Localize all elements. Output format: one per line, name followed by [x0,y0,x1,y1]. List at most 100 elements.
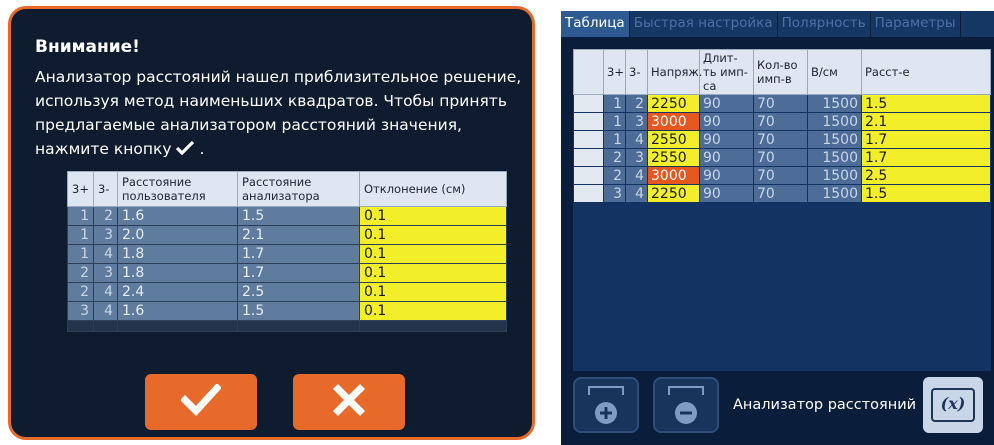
col-header-user-distance: Расстояние пользователя [117,171,238,207]
cell-pulse-count[interactable]: 70 [753,184,808,203]
tab-bar: Таблица Быстрая настройка Полярность Пар… [561,11,994,37]
table-row[interactable]: 3 4 2250 90 70 1500 1.5 [573,184,991,203]
col-header-minus: 3- [625,49,648,95]
accept-button[interactable] [145,374,257,430]
col-header-pulse-count: Кол-во имп-в [753,49,808,95]
cell-v-per-cm[interactable]: 1500 [807,166,862,185]
cell-voltage[interactable]: 3000 [647,166,700,185]
dialog-message-end: . [199,140,205,158]
table-row[interactable]: 1 2 2250 90 70 1500 1.5 [573,94,991,113]
remove-electrode-button[interactable] [653,377,719,433]
row-select-cell[interactable] [573,166,604,185]
row-select-cell[interactable] [573,94,604,113]
tab-quick-setup[interactable]: Быстрая настройка [630,11,778,37]
table-row: 3 4 1.6 1.5 0.1 [67,301,507,321]
dialog-message-text: Анализатор расстояний нашел приблизитель… [35,68,522,158]
cell-pulse-count[interactable]: 70 [753,112,808,131]
cell-minus: 3 [93,225,118,245]
row-select-cell[interactable] [573,112,604,131]
tab-table[interactable]: Таблица [561,11,630,37]
add-electrode-icon [575,386,637,435]
cell-voltage[interactable]: 2550 [647,130,700,149]
cell-distance[interactable]: 2.1 [861,112,991,131]
cell-distance[interactable]: 1.7 [861,148,991,167]
col-header-plus: 3+ [67,171,94,207]
cell-pulse-count[interactable]: 70 [753,148,808,167]
col-header-select [573,49,604,95]
close-icon [333,384,365,420]
cell-voltage[interactable]: 2250 [647,94,700,113]
cell-distance[interactable]: 1.5 [861,94,991,113]
table-row[interactable]: 1 3 3000 90 70 1500 2.1 [573,112,991,131]
cell-v-per-cm[interactable]: 1500 [807,148,862,167]
cell-pulse-length[interactable]: 90 [699,184,754,203]
cell-minus: 3 [625,112,648,131]
cell-plus: 1 [67,244,94,264]
cell-distance[interactable]: 1.5 [861,184,991,203]
table-row: 2 3 1.8 1.7 0.1 [67,263,507,283]
add-electrode-button[interactable] [573,377,639,433]
col-header-analyzer-distance: Расстояние анализатора [237,171,360,207]
cell-analyzer-distance: 1.7 [237,263,360,283]
cell-plus: 1 [603,130,626,149]
cell-pulse-count[interactable]: 70 [753,130,808,149]
table-row[interactable]: 1 4 2550 90 70 1500 1.7 [573,130,991,149]
table-empty-row [67,320,507,332]
cell-pulse-length[interactable]: 90 [699,94,754,113]
cell-pulse-length[interactable]: 90 [699,148,754,167]
cell-minus: 4 [625,166,648,185]
distance-analyzer-dialog-panel: Внимание! Анализатор расстояний нашел пр… [0,0,541,445]
cell-pulse-count[interactable]: 70 [753,166,808,185]
cell-distance[interactable]: 1.7 [861,130,991,149]
col-header-plus: 3+ [603,49,626,95]
cell-minus: 4 [625,184,648,203]
row-select-cell[interactable] [573,130,604,149]
cell-plus: 2 [67,263,94,283]
cell-v-per-cm[interactable]: 1500 [807,130,862,149]
cell-voltage[interactable]: 2250 [647,184,700,203]
formula-label: (x) [940,394,966,413]
electrode-table-screen: Таблица Быстрая настройка Полярность Пар… [561,11,994,445]
tab-polarity[interactable]: Полярность [778,11,871,37]
col-header-distance: Расст-е [861,49,991,95]
cell-pulse-length[interactable]: 90 [699,112,754,131]
cancel-button[interactable] [293,374,405,430]
cell-plus: 1 [603,112,626,131]
empty-cell [359,320,507,332]
table-row: 2 4 2.4 2.5 0.1 [67,282,507,302]
cell-voltage[interactable]: 2550 [647,148,700,167]
table-row: 1 3 2.0 2.1 0.1 [67,225,507,245]
electrode-table: 3+ 3- Напряж. Длит-ть имп-са Кол-во имп-… [573,49,991,203]
cell-analyzer-distance: 2.5 [237,282,360,302]
dialog-title: Внимание! [35,37,140,57]
cell-pulse-count[interactable]: 70 [753,94,808,113]
cell-analyzer-distance: 1.5 [237,206,360,226]
deviation-table: 3+ 3- Расстояние пользователя Расстояние… [67,171,507,332]
cell-minus: 3 [93,263,118,283]
dialog-message: Анализатор расстояний нашел приблизитель… [35,65,535,161]
table-row[interactable]: 2 4 3000 90 70 1500 2.5 [573,166,991,185]
cell-deviation: 0.1 [359,263,507,283]
cell-user-distance: 1.8 [117,244,238,264]
cell-plus: 2 [67,282,94,302]
cell-minus: 4 [93,301,118,321]
tab-parameters[interactable]: Параметры [871,11,961,37]
cell-plus: 1 [67,225,94,245]
table-row: 1 4 1.8 1.7 0.1 [67,244,507,264]
cell-user-distance: 1.6 [117,206,238,226]
row-select-cell[interactable] [573,148,604,167]
remove-electrode-icon [655,386,717,435]
cell-v-per-cm[interactable]: 1500 [807,94,862,113]
cell-v-per-cm[interactable]: 1500 [807,184,862,203]
table-row[interactable]: 2 3 2550 90 70 1500 1.7 [573,148,991,167]
cell-minus: 3 [625,148,648,167]
cell-v-per-cm[interactable]: 1500 [807,112,862,131]
distance-analyzer-button[interactable]: (x) [923,377,983,433]
cell-deviation: 0.1 [359,225,507,245]
checkmark-icon [180,383,222,420]
cell-pulse-length[interactable]: 90 [699,130,754,149]
cell-voltage[interactable]: 3000 [647,112,700,131]
row-select-cell[interactable] [573,184,604,203]
cell-distance[interactable]: 2.5 [861,166,991,185]
cell-pulse-length[interactable]: 90 [699,166,754,185]
